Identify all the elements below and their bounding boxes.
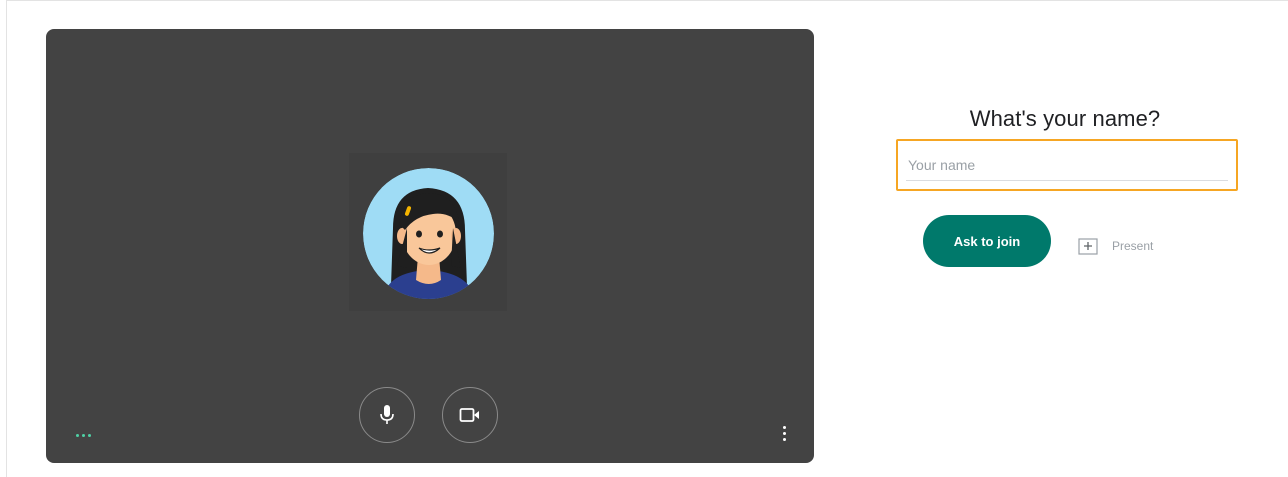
camera-toggle-button[interactable]	[442, 387, 498, 443]
avatar	[363, 168, 494, 299]
frame-top-border	[6, 0, 1288, 1]
video-camera-icon	[459, 408, 479, 422]
name-input[interactable]	[906, 150, 1228, 181]
present-button[interactable]: Present	[1078, 235, 1153, 257]
present-screen-icon	[1078, 237, 1098, 255]
microphone-icon	[380, 405, 394, 424]
video-preview	[46, 29, 814, 463]
frame-left-border	[6, 0, 7, 477]
present-label: Present	[1112, 239, 1154, 253]
microphone-toggle-button[interactable]	[359, 387, 415, 443]
page-title: What's your name?	[969, 106, 1161, 131]
ask-to-join-button[interactable]: Ask to join	[923, 215, 1051, 267]
audio-level-dots-icon	[76, 434, 91, 437]
more-vert-icon[interactable]	[776, 423, 792, 443]
